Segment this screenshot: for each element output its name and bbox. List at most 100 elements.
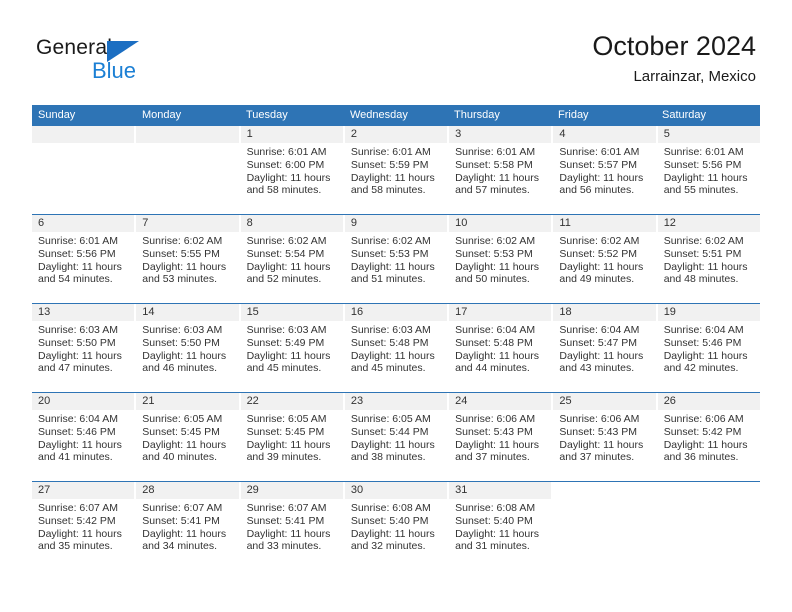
daylight-text-line1: Daylight: 11 hours	[246, 260, 331, 273]
day-number[interactable]: 21	[136, 393, 239, 410]
day-number[interactable]: 24	[449, 393, 552, 410]
day-cell[interactable]: Sunrise: 6:01 AM Sunset: 5:56 PM Daylight:…	[658, 143, 760, 214]
day-cell[interactable]: Sunrise: 6:06 AM Sunset: 5:43 PM Daylight:…	[553, 410, 655, 481]
day-number[interactable]: 10	[449, 215, 552, 232]
day-cell[interactable]: Sunrise: 6:02 AM Sunset: 5:53 PM Daylight:…	[449, 232, 551, 303]
day-cell-empty	[658, 499, 760, 570]
day-number[interactable]: 12	[657, 215, 760, 232]
day-number[interactable]: 5	[657, 126, 760, 143]
day-cell[interactable]: Sunrise: 6:02 AM Sunset: 5:54 PM Daylight:…	[241, 232, 343, 303]
daylight-text-line2: and 38 minutes.	[350, 451, 426, 464]
day-cell[interactable]: Sunrise: 6:08 AM Sunset: 5:40 PM Daylight:…	[449, 499, 551, 570]
title-block: October 2024 Larrainzar, Mexico	[592, 30, 756, 88]
day-cell[interactable]: Sunrise: 6:05 AM Sunset: 5:45 PM Daylight:…	[241, 410, 343, 481]
day-cell[interactable]: Sunrise: 6:06 AM Sunset: 5:43 PM Daylight:…	[449, 410, 551, 481]
day-cell[interactable]: Sunrise: 6:04 AM Sunset: 5:46 PM Daylight:…	[658, 321, 760, 392]
daylight-text-line2: and 35 minutes.	[38, 540, 113, 553]
day-number[interactable]: 15	[240, 304, 343, 321]
day-number[interactable]: 6	[32, 215, 135, 232]
daylight-text-line1: Daylight: 11 hours	[350, 527, 435, 540]
daylight-text-line2: and 32 minutes.	[350, 540, 426, 553]
day-number[interactable]: 7	[136, 215, 239, 232]
sunset-text: Sunset: 5:48 PM	[350, 336, 429, 349]
day-cell[interactable]: Sunrise: 6:01 AM Sunset: 5:56 PM Daylight:…	[32, 232, 134, 303]
day-number[interactable]: 2	[344, 126, 448, 143]
sunrise-text: Sunrise: 6:02 AM	[559, 235, 640, 247]
weekday-header-thursday: Thursday	[454, 109, 500, 121]
day-cell[interactable]: Sunrise: 6:04 AM Sunset: 5:48 PM Daylight:…	[449, 321, 551, 392]
day-cell[interactable]: Sunrise: 6:01 AM Sunset: 5:58 PM Daylight:…	[449, 143, 551, 214]
day-cell[interactable]: Sunrise: 6:08 AM Sunset: 5:40 PM Daylight:…	[345, 499, 447, 570]
weekday-header-saturday: Saturday	[662, 109, 707, 121]
day-cell[interactable]: Sunrise: 6:01 AM Sunset: 5:59 PM Daylight:…	[345, 143, 447, 214]
sunset-text: Sunset: 5:42 PM	[663, 425, 742, 438]
daylight-text-line2: and 40 minutes.	[142, 451, 217, 464]
day-number[interactable]: 29	[240, 482, 343, 499]
day-cell[interactable]: Sunrise: 6:03 AM Sunset: 5:49 PM Daylight:…	[241, 321, 343, 392]
weekday-header-sunday: Sunday	[38, 109, 76, 121]
sunset-text: Sunset: 5:51 PM	[663, 247, 742, 260]
sunrise-text: Sunrise: 6:03 AM	[246, 324, 327, 336]
day-number[interactable]: 16	[344, 304, 448, 321]
day-number[interactable]: 19	[657, 304, 760, 321]
sunrise-text: Sunrise: 6:01 AM	[246, 146, 327, 158]
day-number[interactable]: 26	[657, 393, 760, 410]
day-cell[interactable]: Sunrise: 6:01 AM Sunset: 5:57 PM Daylight:…	[553, 143, 655, 214]
day-number-row: 6 7 8 9 10 11 12	[32, 215, 760, 232]
day-cell[interactable]: Sunrise: 6:07 AM Sunset: 5:41 PM Daylight:…	[241, 499, 343, 570]
day-number[interactable]: 27	[32, 482, 135, 499]
day-number[interactable]: 1	[240, 126, 343, 143]
day-cell[interactable]: Sunrise: 6:04 AM Sunset: 5:47 PM Daylight:…	[553, 321, 655, 392]
day-number[interactable]: 30	[344, 482, 448, 499]
daylight-text-line1: Daylight: 11 hours	[663, 260, 748, 273]
day-cell[interactable]: Sunrise: 6:04 AM Sunset: 5:46 PM Daylight:…	[32, 410, 134, 481]
sunrise-text: Sunrise: 6:01 AM	[38, 235, 118, 247]
day-cell[interactable]: Sunrise: 6:02 AM Sunset: 5:51 PM Daylight:…	[658, 232, 760, 303]
sunrise-text: Sunrise: 6:06 AM	[663, 413, 744, 425]
daylight-text-line1: Daylight: 11 hours	[455, 527, 539, 540]
day-cell[interactable]: Sunrise: 6:02 AM Sunset: 5:55 PM Daylight:…	[136, 232, 238, 303]
day-cell[interactable]: Sunrise: 6:02 AM Sunset: 5:53 PM Daylight:…	[345, 232, 447, 303]
sunset-text: Sunset: 5:41 PM	[246, 514, 325, 527]
daylight-text-line2: and 42 minutes.	[663, 362, 739, 375]
day-number[interactable]: 13	[32, 304, 135, 321]
daylight-text-line2: and 53 minutes.	[142, 273, 217, 286]
day-number[interactable]: 4	[553, 126, 656, 143]
day-number[interactable]: 11	[553, 215, 656, 232]
daylight-text-line1: Daylight: 11 hours	[246, 349, 331, 362]
daylight-text-line2: and 37 minutes.	[559, 451, 635, 464]
day-cell[interactable]: Sunrise: 6:06 AM Sunset: 5:42 PM Daylight:…	[658, 410, 760, 481]
day-number[interactable]: 22	[240, 393, 343, 410]
day-cell[interactable]: Sunrise: 6:03 AM Sunset: 5:48 PM Daylight:…	[345, 321, 447, 392]
page-header: General Blue October 2024 Larrainzar, Me…	[0, 0, 792, 100]
day-detail-row: Sunrise: 6:07 AM Sunset: 5:42 PM Daylight:…	[32, 499, 760, 570]
sunrise-text: Sunrise: 6:02 AM	[663, 235, 744, 247]
general-blue-logo[interactable]: General Blue	[36, 36, 216, 90]
day-number[interactable]: 18	[553, 304, 656, 321]
day-cell[interactable]: Sunrise: 6:02 AM Sunset: 5:52 PM Daylight:…	[553, 232, 655, 303]
day-number[interactable]: 20	[32, 393, 135, 410]
sunset-text: Sunset: 5:45 PM	[246, 425, 325, 438]
day-cell[interactable]: Sunrise: 6:01 AM Sunset: 6:00 PM Daylight:…	[241, 143, 343, 214]
day-cell[interactable]: Sunrise: 6:03 AM Sunset: 5:50 PM Daylight:…	[32, 321, 134, 392]
day-number[interactable]: 8	[240, 215, 343, 232]
day-cell[interactable]: Sunrise: 6:07 AM Sunset: 5:41 PM Daylight:…	[136, 499, 238, 570]
day-number[interactable]: 23	[344, 393, 448, 410]
day-number[interactable]: 14	[136, 304, 239, 321]
daylight-text-line1: Daylight: 11 hours	[350, 349, 435, 362]
day-number[interactable]: 28	[136, 482, 239, 499]
daylight-text-line2: and 39 minutes.	[246, 451, 322, 464]
day-cell[interactable]: Sunrise: 6:05 AM Sunset: 5:45 PM Daylight:…	[136, 410, 238, 481]
daylight-text-line2: and 37 minutes.	[455, 451, 530, 464]
daylight-text-line1: Daylight: 11 hours	[142, 260, 227, 273]
day-number[interactable]: 31	[449, 482, 552, 499]
day-cell[interactable]: Sunrise: 6:03 AM Sunset: 5:50 PM Daylight:…	[136, 321, 238, 392]
day-number[interactable]: 9	[344, 215, 448, 232]
day-number[interactable]: 17	[449, 304, 552, 321]
day-number[interactable]: 25	[553, 393, 656, 410]
daylight-text-line2: and 58 minutes.	[350, 184, 426, 197]
day-cell[interactable]: Sunrise: 6:05 AM Sunset: 5:44 PM Daylight:…	[345, 410, 447, 481]
day-number[interactable]: 3	[449, 126, 552, 143]
day-cell[interactable]: Sunrise: 6:07 AM Sunset: 5:42 PM Daylight:…	[32, 499, 134, 570]
daylight-text-line2: and 54 minutes.	[38, 273, 113, 286]
